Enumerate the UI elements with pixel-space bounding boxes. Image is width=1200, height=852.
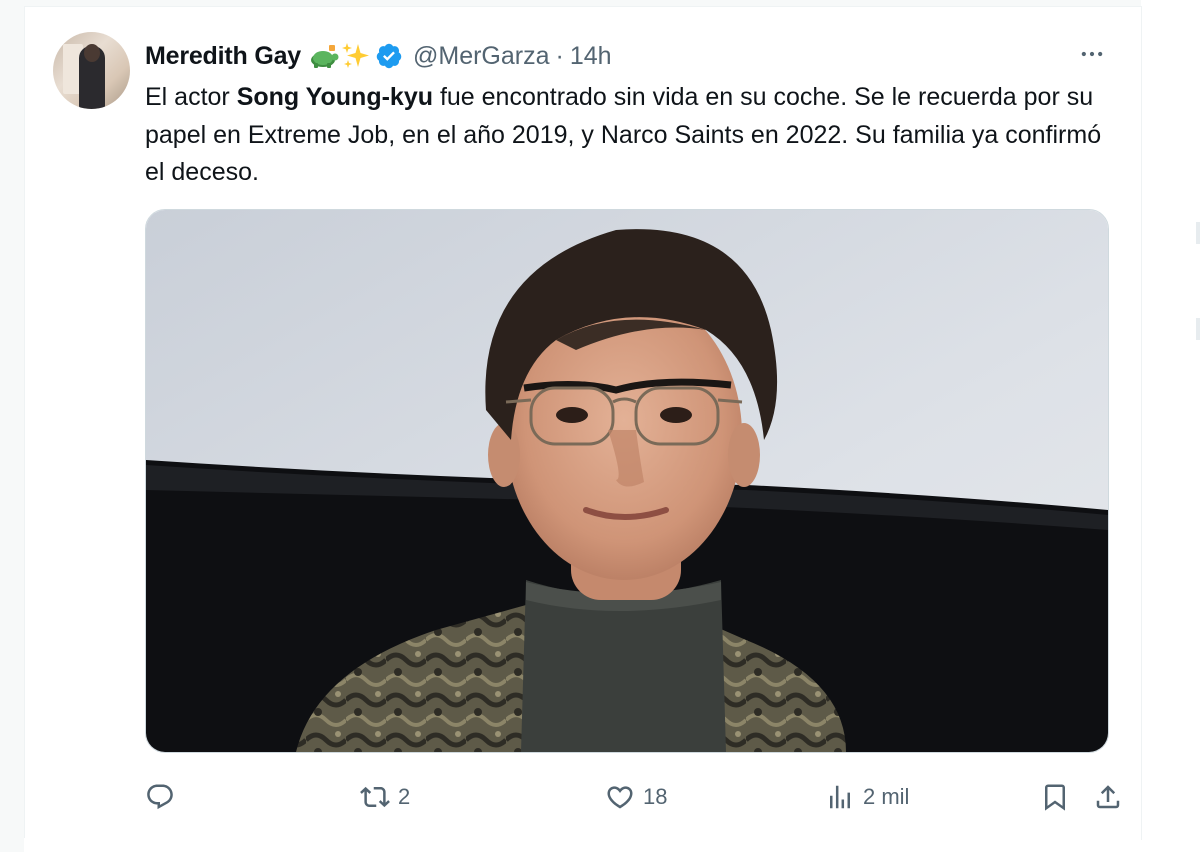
tweet-text-bold: Song Young-kyu — [236, 83, 433, 111]
share-icon — [1093, 782, 1123, 812]
tweet-text: El actor Song Young-kyu fue encontrado s… — [145, 79, 1105, 192]
right-sidebar-edge — [1141, 0, 1200, 852]
bookmark-icon — [1040, 782, 1070, 812]
avatar[interactable] — [53, 32, 130, 109]
author-name[interactable]: Meredith Gay — [145, 42, 301, 71]
reply-icon — [145, 782, 175, 812]
next-tweet-edge — [24, 838, 1141, 852]
like-button[interactable]: 18 — [605, 777, 667, 817]
more-icon[interactable] — [1075, 37, 1109, 71]
timestamp[interactable]: 14h — [570, 42, 612, 71]
page: Meredith Gay @MerGarza · 14h El actor So… — [0, 0, 1200, 852]
tweet-actions: 2 18 2 mil — [145, 777, 1120, 817]
retweet-count: 2 — [398, 784, 411, 809]
like-count: 18 — [643, 784, 668, 809]
heart-icon — [605, 782, 635, 812]
tweet-image[interactable] — [145, 209, 1109, 753]
verified-badge-icon[interactable] — [375, 42, 403, 70]
divider — [1196, 318, 1200, 340]
share-button[interactable] — [1093, 777, 1123, 817]
views-count: 2 mil — [863, 784, 910, 809]
author-handle[interactable]: @MerGarza — [413, 42, 550, 71]
tweet-header: Meredith Gay @MerGarza · 14h — [145, 37, 612, 75]
reply-button[interactable] — [145, 777, 183, 817]
retweet-button[interactable]: 2 — [360, 777, 410, 817]
retweet-icon — [360, 782, 390, 812]
bookmark-button[interactable] — [1040, 777, 1070, 817]
views-button[interactable]: 2 mil — [825, 777, 909, 817]
tweet-text-part1: El actor — [145, 83, 237, 111]
divider — [1196, 222, 1200, 244]
sparkles-icon — [341, 41, 371, 71]
views-chart-icon — [825, 782, 855, 812]
turtle-icon — [309, 43, 339, 69]
tweet[interactable]: Meredith Gay @MerGarza · 14h El actor So… — [24, 6, 1142, 840]
separator-dot: · — [555, 41, 564, 70]
